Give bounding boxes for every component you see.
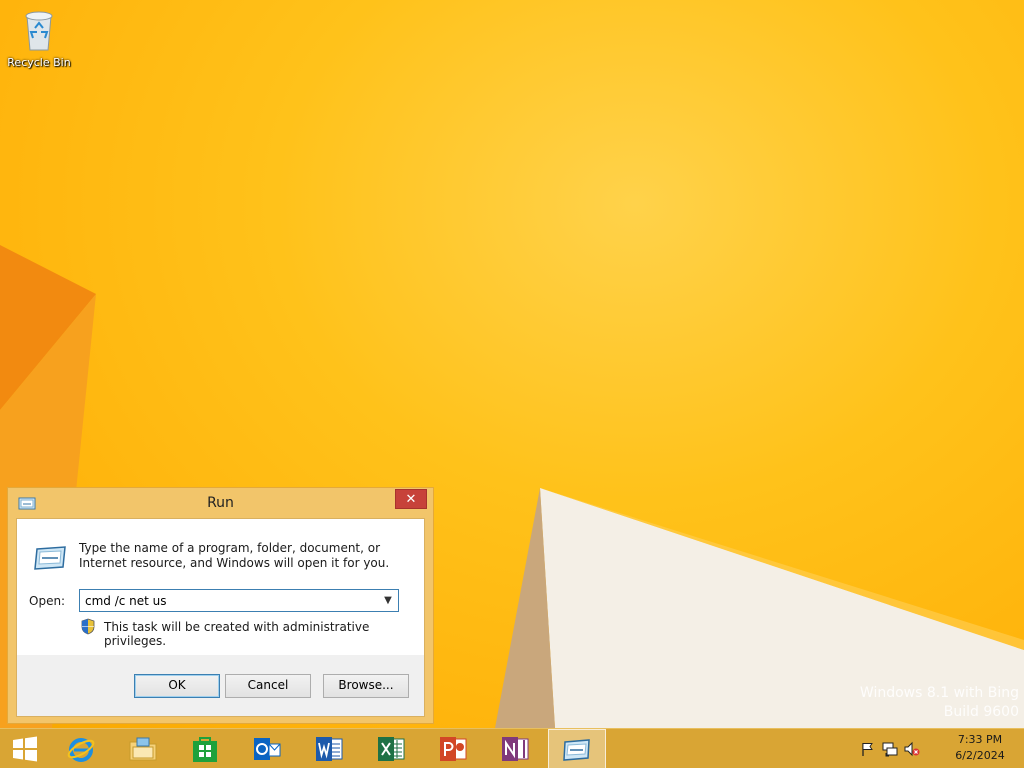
uac-shield-icon: [81, 618, 95, 635]
taskbar-excel[interactable]: [362, 729, 420, 768]
volume-muted-icon[interactable]: [904, 741, 920, 757]
watermark-line-2: Build 9600: [943, 704, 1019, 720]
taskbar-store[interactable]: [176, 729, 234, 768]
internet-explorer-icon: [67, 738, 95, 762]
admin-privileges-note: This task will be created with administr…: [104, 620, 370, 648]
taskbar-outlook[interactable]: [238, 729, 296, 768]
start-button[interactable]: [0, 729, 54, 768]
store-icon: [193, 737, 217, 762]
system-clock[interactable]: 7:33 PM 6/2/2024: [950, 732, 1010, 764]
powerpoint-icon: [440, 737, 467, 761]
run-icon: [563, 739, 590, 761]
dialog-title: Run: [207, 495, 234, 511]
taskbar-run[interactable]: [548, 729, 606, 768]
dialog-titlebar[interactable]: Run ✕: [8, 488, 433, 517]
taskbar-onenote[interactable]: [486, 729, 544, 768]
desktop-icon-label: Recycle Bin: [7, 56, 71, 69]
chevron-down-icon[interactable]: ▼: [378, 590, 398, 611]
watermark-line-1: Windows 8.1 with Bing: [859, 685, 1019, 701]
word-icon: [316, 737, 343, 761]
dialog-body: Type the name of a program, folder, docu…: [16, 518, 425, 717]
windows-logo-icon: [13, 736, 37, 762]
close-button[interactable]: ✕: [395, 489, 427, 509]
run-dialog: Run ✕ Type the name of a program, folder…: [7, 487, 434, 724]
ok-button[interactable]: OK: [134, 674, 220, 698]
taskbar-word[interactable]: [300, 729, 358, 768]
taskbar-powerpoint[interactable]: [424, 729, 482, 768]
taskbar-file-explorer[interactable]: [114, 729, 172, 768]
folder-icon: [129, 737, 157, 761]
excel-icon: [378, 737, 405, 761]
open-input[interactable]: [80, 590, 378, 611]
clock-date: 6/2/2024: [955, 749, 1005, 762]
clock-time: 7:33 PM: [957, 733, 1003, 746]
taskbar-internet-explorer[interactable]: [52, 729, 110, 768]
outlook-icon: [254, 738, 281, 760]
onenote-icon: [502, 737, 529, 761]
run-program-icon: [34, 546, 66, 570]
taskbar: 7:33 PM 6/2/2024: [0, 728, 1024, 768]
open-combobox[interactable]: ▼: [79, 589, 399, 612]
open-label: Open:: [29, 594, 66, 608]
notification-area: 7:33 PM 6/2/2024: [854, 729, 1024, 768]
cancel-button[interactable]: Cancel: [225, 674, 311, 698]
os-watermark: Windows 8.1 with Bing Build 9600: [860, 684, 1019, 722]
flag-icon[interactable]: [860, 741, 876, 757]
network-icon[interactable]: [882, 741, 898, 757]
dialog-description: Type the name of a program, folder, docu…: [79, 541, 390, 570]
browse-button[interactable]: Browse...: [323, 674, 409, 698]
recycle-bin-icon: [25, 11, 53, 51]
desktop-icon-recycle-bin[interactable]: Recycle Bin: [4, 6, 74, 69]
